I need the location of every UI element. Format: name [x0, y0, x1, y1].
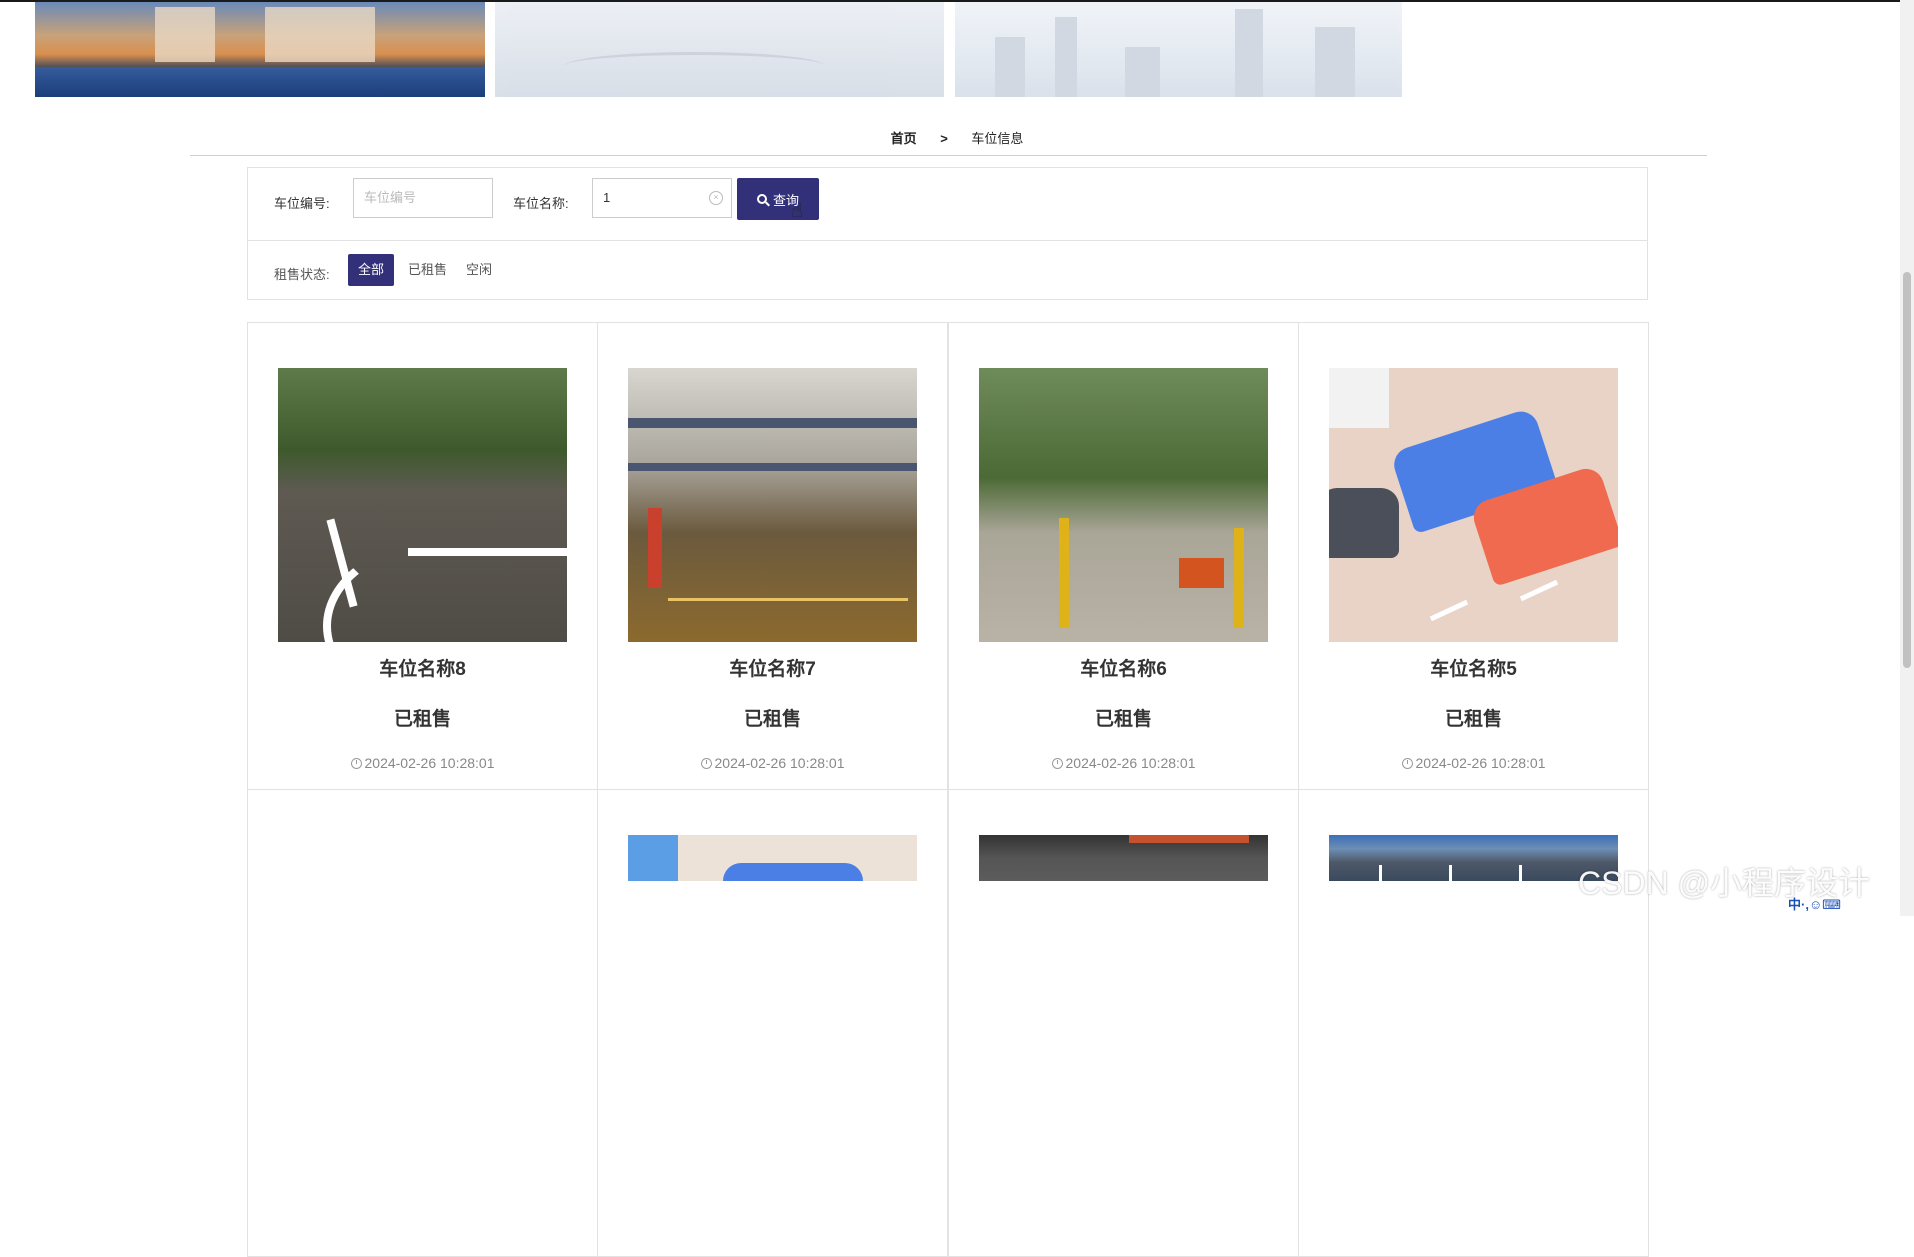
- lane-line: [1519, 579, 1559, 602]
- parking-name: 车位名称5: [1430, 659, 1517, 680]
- status-option-idle[interactable]: 空闲: [456, 254, 502, 286]
- banner-water: [35, 67, 485, 97]
- clear-icon[interactable]: ×: [709, 191, 723, 205]
- lane-line: [1379, 865, 1382, 881]
- clock-icon: [1051, 758, 1063, 769]
- lane-line: [1449, 865, 1452, 881]
- parking-card[interactable]: [597, 789, 948, 1257]
- code-placeholder: 车位编号: [364, 190, 417, 205]
- lane-line: [668, 598, 908, 601]
- parking-card[interactable]: 车位名称8 已租售 2024-02-26 10:28:01: [247, 322, 598, 790]
- banner-building: [155, 7, 215, 62]
- parking-time: 2024-02-26 10:28:01: [1299, 755, 1648, 771]
- banner-building: [265, 7, 375, 62]
- name-input[interactable]: 1 ×: [592, 178, 732, 218]
- code-input[interactable]: 车位编号: [353, 178, 493, 218]
- parking-card-image[interactable]: [628, 368, 917, 642]
- search-button[interactable]: 查询: [737, 178, 819, 220]
- parking-card[interactable]: 车位名称5 已租售 2024-02-26 10:28:01: [1298, 322, 1649, 790]
- parking-card[interactable]: [247, 789, 598, 1257]
- banner-tower: [1235, 9, 1263, 97]
- parking-name: 车位名称7: [729, 659, 816, 680]
- status-label: 租售状态:: [274, 267, 330, 282]
- banner-image-stadium[interactable]: [495, 2, 944, 97]
- parking-status: 已租售: [743, 709, 801, 730]
- ime-indicator[interactable]: 中·,☺⌨: [1788, 894, 1841, 913]
- clock-icon: [350, 758, 362, 769]
- breadcrumb-divider: [190, 155, 1707, 156]
- lane-line: [1429, 599, 1469, 622]
- search-icon: [756, 194, 767, 204]
- clock-icon: [1401, 758, 1413, 769]
- name-input-value: 1: [603, 190, 611, 205]
- parking-card-image[interactable]: [1329, 835, 1618, 881]
- illustration-wall: [1329, 368, 1389, 428]
- garage-beam: [628, 418, 917, 428]
- parking-name: 车位名称6: [1080, 659, 1167, 680]
- status-option-all[interactable]: 全部: [348, 254, 395, 286]
- banner-tower: [1055, 17, 1077, 97]
- pointer-cursor-icon: ☝: [791, 200, 804, 222]
- banner-image-skyline[interactable]: [955, 2, 1402, 97]
- clock-icon: [700, 758, 712, 769]
- name-label: 车位名称:: [513, 196, 569, 211]
- status-option-rented[interactable]: 已租售: [398, 254, 457, 286]
- parking-time: 2024-02-26 10:28:01: [248, 755, 597, 771]
- garage-pillar: [648, 508, 662, 588]
- parking-card-image[interactable]: [278, 368, 567, 642]
- banner-roof: [565, 52, 825, 80]
- code-label: 车位编号:: [274, 196, 330, 211]
- banner-image-city-night[interactable]: [35, 2, 485, 97]
- parking-status: 已租售: [1444, 709, 1502, 730]
- breadcrumb-separator: >: [940, 131, 948, 146]
- garage-beam: [628, 463, 917, 471]
- parking-status: 已租售: [393, 709, 451, 730]
- illustration-car-blue: [723, 863, 863, 881]
- parking-card[interactable]: [948, 789, 1299, 1257]
- garage-pipe: [1129, 835, 1249, 843]
- parking-name: 车位名称8: [379, 659, 466, 680]
- parking-bollard: [1234, 528, 1244, 628]
- scrollbar-track[interactable]: [1900, 0, 1914, 916]
- filter-panel: 车位编号: 车位编号 车位名称: 1 × 查询 ☝ 租售状态: 全部 已租售 空…: [247, 167, 1648, 300]
- parking-card-image[interactable]: [979, 368, 1268, 642]
- filter-row-search: 车位编号: 车位编号 车位名称: 1 × 查询 ☝: [248, 168, 1647, 241]
- scrollbar-thumb[interactable]: [1903, 272, 1911, 668]
- parking-status: 已租售: [1094, 709, 1152, 730]
- parking-time: 2024-02-26 10:28:01: [949, 755, 1298, 771]
- parking-lock: [1179, 558, 1224, 588]
- banner-tower: [1125, 47, 1160, 97]
- breadcrumb-home[interactable]: 首页: [891, 131, 917, 146]
- banner-tower: [995, 37, 1025, 97]
- illustration-car-dark: [1329, 488, 1399, 558]
- parking-time: 2024-02-26 10:28:01: [598, 755, 947, 771]
- parking-card[interactable]: 车位名称7 已租售 2024-02-26 10:28:01: [597, 322, 948, 790]
- parking-card[interactable]: 车位名称6 已租售 2024-02-26 10:28:01: [948, 322, 1299, 790]
- banner-tower: [1315, 27, 1355, 97]
- breadcrumb-current: 车位信息: [971, 131, 1024, 146]
- lane-line: [1519, 865, 1522, 881]
- breadcrumb: 首页 > 车位信息: [0, 128, 1914, 147]
- parking-card-image[interactable]: [979, 835, 1268, 881]
- parking-card-image[interactable]: [1329, 368, 1618, 642]
- illustration-window: [628, 835, 678, 881]
- parking-bollard: [1059, 518, 1069, 628]
- parking-card-image[interactable]: [628, 835, 917, 881]
